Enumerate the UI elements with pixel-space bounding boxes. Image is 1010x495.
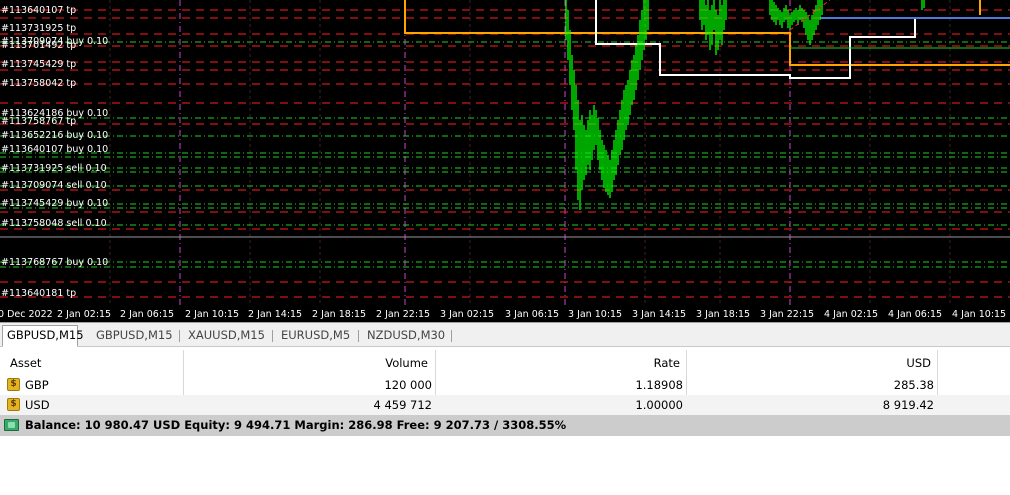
asset-name: GBP	[25, 378, 49, 392]
price-label: #113745429 tp	[1, 59, 76, 70]
white-level-line	[595, 0, 1010, 79]
balance-icon	[4, 419, 19, 431]
time-axis-label: 2 Jan 22:15	[376, 309, 430, 320]
time-axis-label: 3 Jan 14:15	[632, 309, 686, 320]
asset-rate: 1.18908	[635, 378, 683, 392]
time-axis-label: 2 Jan 06:15	[120, 309, 174, 320]
table-row[interactable]: $ USD 4 459 712 1.00000 8 919.42	[0, 395, 1010, 415]
asset-usd: 285.38	[893, 378, 934, 392]
tab-nzdusd-m30[interactable]: NZDUSD,M30	[363, 326, 447, 346]
price-label: #113731925 tp	[1, 23, 76, 34]
table-row[interactable]: $ GBP 120 000 1.18908 285.38	[0, 375, 1010, 395]
time-axis-label: 2 Jan 14:15	[248, 309, 302, 320]
asset-name: USD	[25, 398, 50, 412]
price-label: #113758767 tp	[1, 116, 76, 127]
price-label: #113768767 buy 0.10	[1, 257, 108, 268]
price-label: #113640107 tp	[1, 5, 76, 16]
time-axis-label: 2 Jan 02:15	[57, 309, 111, 320]
tab-eurusd-m5[interactable]: EURUSD,M5	[277, 326, 353, 346]
coin-icon: $	[7, 398, 20, 411]
tab-separator	[179, 330, 180, 342]
header-rate[interactable]: Rate	[654, 356, 680, 370]
asset-volume: 120 000	[384, 378, 432, 392]
tab-separator	[451, 330, 452, 342]
price-label: #113758042 tp	[1, 78, 76, 89]
time-axis-label: 3 Jan 18:15	[696, 309, 750, 320]
time-axis-label: 4 Jan 06:15	[888, 309, 942, 320]
price-label: #113758048 sell 0.10	[1, 218, 107, 229]
tab-separator	[358, 330, 359, 342]
tab-gbpusd-m15[interactable]: GBPUSD,M15	[92, 326, 174, 346]
price-label: #113731925 sell 0.10	[1, 163, 107, 174]
time-axis-label: 3 Jan 10:15	[568, 309, 622, 320]
price-chart[interactable]: #113640107 tp #113731925 tp #113709074 buy…	[0, 0, 1010, 322]
tab-separator	[272, 330, 273, 342]
tab-gbpusd-m15-active[interactable]: GBPUSD,M15	[2, 325, 84, 347]
price-label: #113745429 buy 0.10	[1, 198, 108, 209]
header-asset[interactable]: Asset	[10, 356, 41, 370]
time-axis-label: 4 Jan 10:15	[952, 309, 1006, 320]
header-volume[interactable]: Volume	[385, 356, 428, 370]
time-axis-label: 3 Jan 02:15	[440, 309, 494, 320]
tab-xauusd-m15[interactable]: XAUUSD,M15	[184, 326, 266, 346]
time-axis-label: 2 Jan 18:15	[312, 309, 366, 320]
price-label: #113640181 tp	[1, 288, 76, 299]
price-label: #113709074 sell 0.10	[1, 180, 107, 191]
time-axis-label: 4 Jan 02:15	[824, 309, 878, 320]
asset-rate: 1.00000	[635, 398, 683, 412]
time-axis-label: 30 Dec 2022	[0, 309, 53, 320]
price-label: #113640107 buy 0.10	[1, 144, 108, 155]
asset-volume: 4 459 712	[373, 398, 432, 412]
coin-icon: $	[7, 378, 20, 391]
asset-usd: 8 919.42	[882, 398, 934, 412]
balance-summary: Balance: 10 980.47 USD Equity: 9 494.71 …	[25, 418, 567, 432]
price-label: #113652216 buy 0.10	[1, 130, 108, 141]
chart-tabs-bar: GBPUSD,M15 GBPUSD,M15 XAUUSD,M15 EURUSD,…	[0, 322, 1010, 347]
time-axis-label: 3 Jan 06:15	[505, 309, 559, 320]
asset-table: Asset Volume Rate USD $ GBP 120 000 1.18…	[0, 350, 1010, 495]
time-axis-label: 3 Jan 22:15	[760, 309, 814, 320]
time-axis-label: 2 Jan 10:15	[185, 309, 239, 320]
price-label: #113701492 tp	[1, 40, 76, 51]
balance-row: Balance: 10 980.47 USD Equity: 9 494.71 …	[0, 415, 1010, 436]
header-usd[interactable]: USD	[906, 356, 931, 370]
chart-canvas[interactable]: #113640107 tp#113731925 tp#113709074 buy…	[0, 0, 1010, 322]
